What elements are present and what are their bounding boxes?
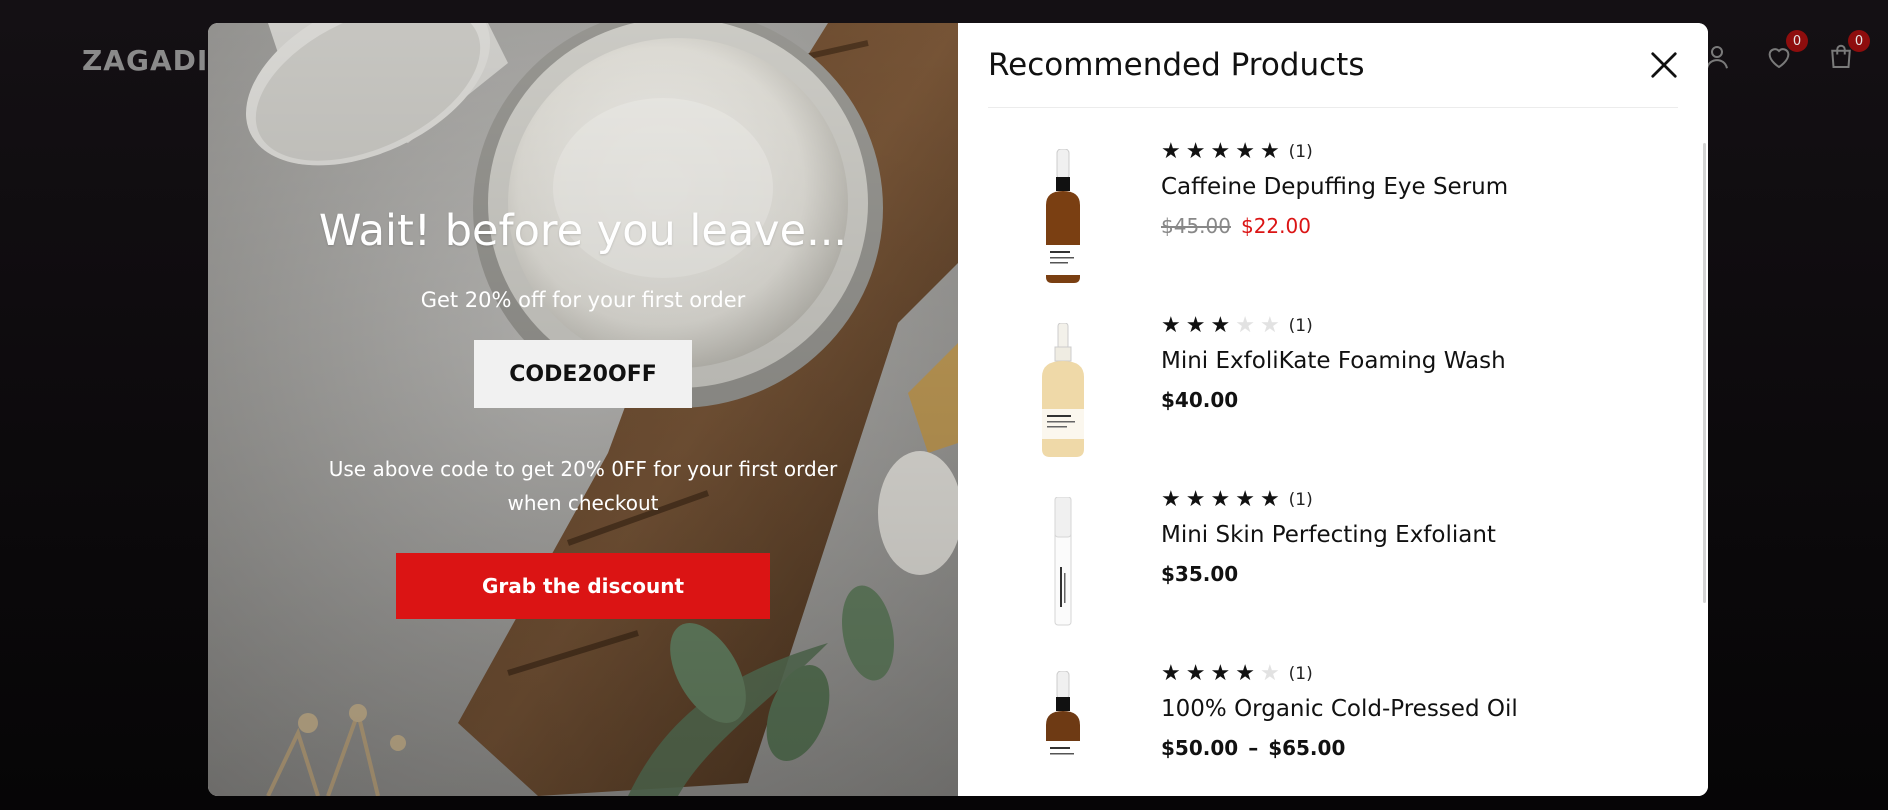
product-image[interactable] [988,489,1138,659]
cart-button[interactable]: 0 [1824,30,1870,74]
product-rating: ★ ★ ★ ★ ★ (1) [1161,315,1506,337]
star-icon: ★ [1161,661,1181,686]
product-name[interactable]: 100% Organic Cold-Pressed Oil [1161,696,1518,722]
product-item[interactable]: ★ ★ ★ ★ ★ (1) Mini Skin Perfecting Exfol… [988,489,1688,659]
exit-intent-popup: Wait! before you leave... Get 20% off fo… [208,23,1708,796]
scrollbar-thumb[interactable] [1703,143,1706,603]
star-icon: ★ [1161,487,1181,512]
close-icon [1651,52,1677,78]
star-empty-icon: ★ [1259,661,1280,686]
promo-content: Wait! before you leave... Get 20% off fo… [208,23,958,796]
star-icon: ★ [1161,141,1181,164]
grab-discount-button[interactable]: Grab the discount [396,553,770,619]
star-icon: ★ [1259,487,1280,512]
product-price: $35.00 [1161,562,1496,586]
star-icon: ★ [1185,141,1206,164]
star-icon: ★ [1235,661,1255,686]
promo-subtitle: Get 20% off for your first order [420,288,746,312]
promo-title: Wait! before you leave... [318,206,848,256]
star-icon: ★ [1210,313,1231,338]
star-icon: ★ [1235,487,1255,512]
product-image[interactable] [988,315,1138,485]
wishlist-button[interactable]: 0 [1762,30,1808,74]
star-icon: ★ [1185,487,1206,512]
promo-instructions: Use above code to get 20% 0FF for your f… [328,457,838,515]
star-icon: ★ [1185,313,1206,338]
star-icon: ★ [1210,487,1231,512]
original-price: $45.00 [1161,214,1231,238]
recommended-header: Recommended Products [988,23,1678,108]
review-count: (1) [1288,490,1313,510]
product-price: $50.00 – $65.00 [1161,736,1518,760]
price-min: $50.00 [1161,736,1239,760]
product-image[interactable] [988,663,1138,766]
price-separator: – [1248,736,1259,760]
review-count: (1) [1288,142,1313,162]
star-empty-icon: ★ [1235,313,1255,338]
discount-code[interactable]: CODE20OFF [474,340,692,408]
product-rating: ★ ★ ★ ★ ★ (1) [1161,489,1496,511]
product-rating: ★ ★ ★ ★ ★ (1) [1161,663,1518,685]
recommended-products-panel: Recommended Products ★ ★ ★ ★ ★ (1) Caffe… [958,23,1708,796]
promo-panel: Wait! before you leave... Get 20% off fo… [208,23,958,796]
product-rating: ★ ★ ★ ★ ★ (1) [1161,141,1508,163]
product-name[interactable]: Mini ExfoliKate Foaming Wash [1161,348,1506,374]
product-price: $45.00 $22.00 [1161,214,1508,238]
price: $35.00 [1161,562,1239,586]
star-icon: ★ [1210,661,1231,686]
product-image[interactable] [988,141,1138,311]
product-price: $40.00 [1161,388,1506,412]
recommended-title: Recommended Products [988,47,1365,83]
star-icon: ★ [1235,141,1255,164]
product-item[interactable]: ★ ★ ★ ★ ★ (1) Caffeine Depuffing Eye Ser… [988,141,1688,311]
review-count: (1) [1288,664,1313,684]
close-button[interactable] [1644,45,1684,85]
review-count: (1) [1288,316,1313,336]
star-empty-icon: ★ [1259,313,1280,338]
price: $40.00 [1161,388,1239,412]
cart-count-badge: 0 [1848,30,1870,52]
product-name[interactable]: Caffeine Depuffing Eye Serum [1161,174,1508,200]
wishlist-count-badge: 0 [1786,30,1808,52]
product-item[interactable]: ★ ★ ★ ★ ★ (1) Mini ExfoliKate Foaming Wa… [988,315,1688,485]
star-icon: ★ [1161,313,1181,338]
star-icon: ★ [1210,141,1231,164]
star-icon: ★ [1185,661,1206,686]
product-list: ★ ★ ★ ★ ★ (1) Caffeine Depuffing Eye Ser… [988,141,1688,766]
sale-price: $22.00 [1240,214,1311,238]
product-item[interactable]: ★ ★ ★ ★ ★ (1) 100% Organic Cold-Pressed … [988,663,1688,766]
price-max: $65.00 [1268,736,1346,760]
star-icon: ★ [1259,141,1280,164]
product-name[interactable]: Mini Skin Perfecting Exfoliant [1161,522,1496,548]
header-icons: 0 0 [1700,30,1870,74]
